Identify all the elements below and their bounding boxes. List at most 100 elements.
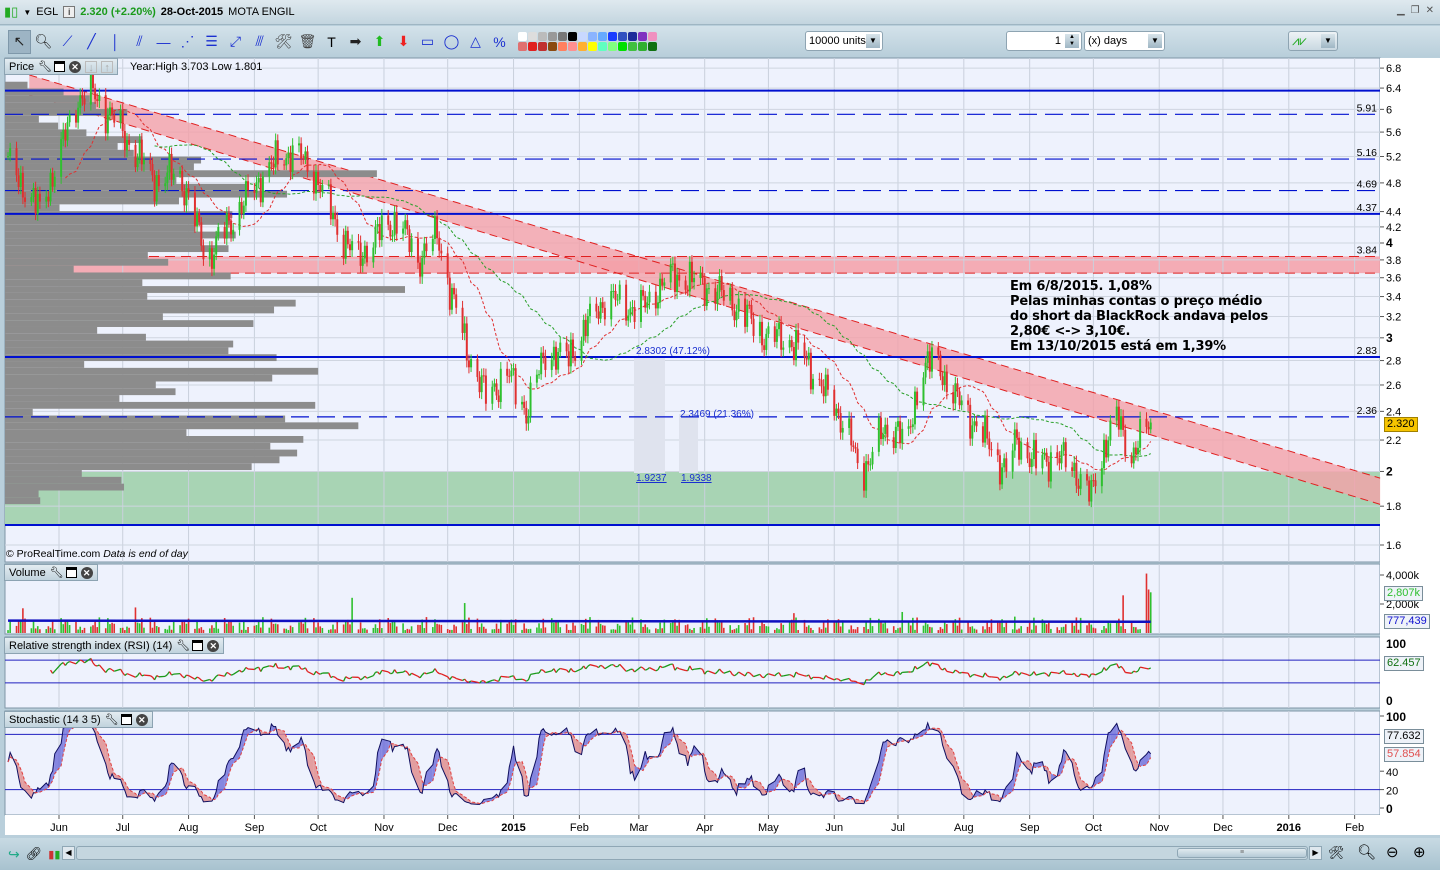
color-swatch[interactable] <box>638 32 647 41</box>
color-swatch[interactable] <box>538 42 547 51</box>
color-swatch[interactable] <box>578 32 587 41</box>
segment-tool[interactable]: ⟋ <box>56 30 79 54</box>
color-swatch[interactable] <box>528 42 537 51</box>
color-swatch[interactable] <box>598 42 607 51</box>
move-down-icon[interactable]: ↓ <box>85 60 98 74</box>
chart-annotation[interactable]: Em 6/8/2015. 1,08% Pelas minhas contas o… <box>1010 279 1268 354</box>
color-swatch[interactable] <box>558 32 567 41</box>
wrench-icon[interactable]: 🔧︎ <box>105 714 119 726</box>
candle-body <box>854 446 857 449</box>
color-swatch[interactable] <box>648 42 657 51</box>
channel-tool[interactable]: ⫽ <box>128 30 151 54</box>
color-swatch[interactable] <box>588 32 597 41</box>
parallel-tool[interactable]: ⫻ <box>248 30 271 54</box>
scrollbar-thumb[interactable]: ≡ <box>1177 848 1307 858</box>
maximize-pane-icon[interactable] <box>54 61 66 72</box>
close-window-icon[interactable]: ✕ <box>1426 5 1434 16</box>
right-arrow-tool[interactable]: ➡ <box>344 30 367 54</box>
volume-bar <box>440 624 443 633</box>
color-swatch[interactable] <box>598 32 607 41</box>
color-swatch[interactable] <box>608 32 617 41</box>
export-chart-icon[interactable]: ↪ <box>8 846 20 863</box>
color-swatch[interactable] <box>618 42 627 51</box>
info-icon[interactable]: i <box>63 6 76 18</box>
link-icon[interactable]: 🔗︎ <box>26 846 43 862</box>
rsi-line-segment <box>126 673 130 676</box>
color-swatch[interactable] <box>518 32 527 41</box>
triangle-tool[interactable]: △ <box>464 30 487 54</box>
color-swatch[interactable] <box>578 42 587 51</box>
maximize-pane-icon[interactable] <box>65 567 77 578</box>
chevron-down-icon[interactable]: ▼ <box>23 8 31 17</box>
color-swatch[interactable] <box>648 32 657 41</box>
volume-bar <box>232 625 234 633</box>
maximize-pane-icon[interactable] <box>192 640 204 651</box>
color-swatch[interactable] <box>588 42 597 51</box>
candle-body <box>1132 447 1135 464</box>
rsi-line-segment <box>494 679 497 682</box>
scroll-left-button[interactable]: ◀ <box>62 846 75 860</box>
close-pane-icon[interactable]: ✕ <box>207 639 220 652</box>
wrench-icon[interactable]: 🔧︎ <box>50 567 64 579</box>
color-swatch[interactable] <box>538 32 547 41</box>
close-pane-icon[interactable]: ✕ <box>135 713 148 726</box>
color-swatch[interactable] <box>628 32 637 41</box>
fan-tool[interactable]: ⋰ <box>176 30 199 54</box>
ellipse-tool[interactable]: ◯ <box>440 30 463 54</box>
zoom-tool[interactable]: 🔍︎ <box>32 30 55 54</box>
units-select[interactable]: 10000 units ▼ <box>805 31 883 51</box>
candle-body <box>187 188 190 193</box>
color-swatch[interactable] <box>518 42 527 51</box>
horizontal-line-tool[interactable]: — <box>152 30 175 54</box>
color-swatch[interactable] <box>608 42 617 51</box>
symbol[interactable]: EGL <box>36 6 58 18</box>
color-swatch[interactable] <box>548 42 557 51</box>
tools-tool[interactable]: 🛠︎ <box>272 30 295 54</box>
color-swatch[interactable] <box>548 32 557 41</box>
close-pane-icon[interactable]: ✕ <box>80 566 93 579</box>
volume-profile-bar <box>5 204 60 212</box>
auto-zoom-icon[interactable]: 🔍︎ <box>1357 843 1376 861</box>
minimize-icon[interactable]: ▁ <box>1397 5 1405 16</box>
up-arrow-tool[interactable]: ⬆ <box>368 30 391 54</box>
color-swatch[interactable] <box>568 32 577 41</box>
volume-bar <box>283 628 285 633</box>
candle-body <box>128 140 131 145</box>
line-tool[interactable]: ╱ <box>80 30 103 54</box>
vertical-line-tool[interactable]: │ <box>104 30 127 54</box>
color-swatch[interactable] <box>528 32 537 41</box>
trash-tool[interactable]: 🗑︎ <box>296 30 319 54</box>
scroll-right-button[interactable]: ▶ <box>1309 846 1322 860</box>
color-swatch[interactable] <box>618 32 627 41</box>
period-unit-select[interactable]: (x) days ▼ <box>1084 31 1165 51</box>
wrench-icon[interactable]: 🔧︎ <box>38 61 52 73</box>
close-pane-icon[interactable]: ✕ <box>69 60 82 73</box>
move-up-icon[interactable]: ↑ <box>101 60 114 74</box>
wrench-icon[interactable]: 🔧︎ <box>176 640 190 652</box>
pointer-tool[interactable]: ↖ <box>8 29 31 54</box>
color-swatch[interactable] <box>568 42 577 51</box>
color-swatch[interactable] <box>558 42 567 51</box>
volume-bar <box>381 628 383 633</box>
zoom-out-icon[interactable]: ⊖ <box>1386 843 1399 861</box>
rectangle-tool[interactable]: ▭ <box>416 30 439 54</box>
indicators-button[interactable]: ⩘⩗ ▼ <box>1288 31 1338 51</box>
restore-icon[interactable]: ❐ <box>1411 5 1420 16</box>
period-stepper[interactable]: 1 ▲ ▼ <box>1006 31 1082 51</box>
horizontal-scrollbar[interactable]: ≡ <box>76 846 1308 860</box>
percent-tool[interactable]: % <box>488 30 511 54</box>
spinner-icon[interactable]: ▲ ▼ <box>1065 34 1079 48</box>
chart-canvas[interactable]: Jun Jul Aug Sep Oct Nov Dec 2015 Feb Mar Apr May Jun… <box>0 0 1440 870</box>
fibonacci-tool[interactable]: ☰ <box>200 30 223 54</box>
maximize-pane-icon[interactable] <box>120 714 132 725</box>
arrow-line-tool[interactable]: ⤢ <box>224 30 247 54</box>
chart-type-icon[interactable]: ▮▮ <box>48 848 60 861</box>
color-swatch[interactable] <box>638 42 647 51</box>
down-arrow-tool[interactable]: ⬇ <box>392 30 415 54</box>
color-swatch[interactable] <box>628 42 637 51</box>
zoom-in-icon[interactable]: ⊕ <box>1413 843 1426 861</box>
text-tool[interactable]: T <box>320 30 343 54</box>
tools-icon[interactable]: 🛠︎ <box>1328 845 1345 861</box>
volume-profile-bar <box>5 279 143 287</box>
candlestick-icon[interactable]: ▮▯ <box>4 4 18 20</box>
